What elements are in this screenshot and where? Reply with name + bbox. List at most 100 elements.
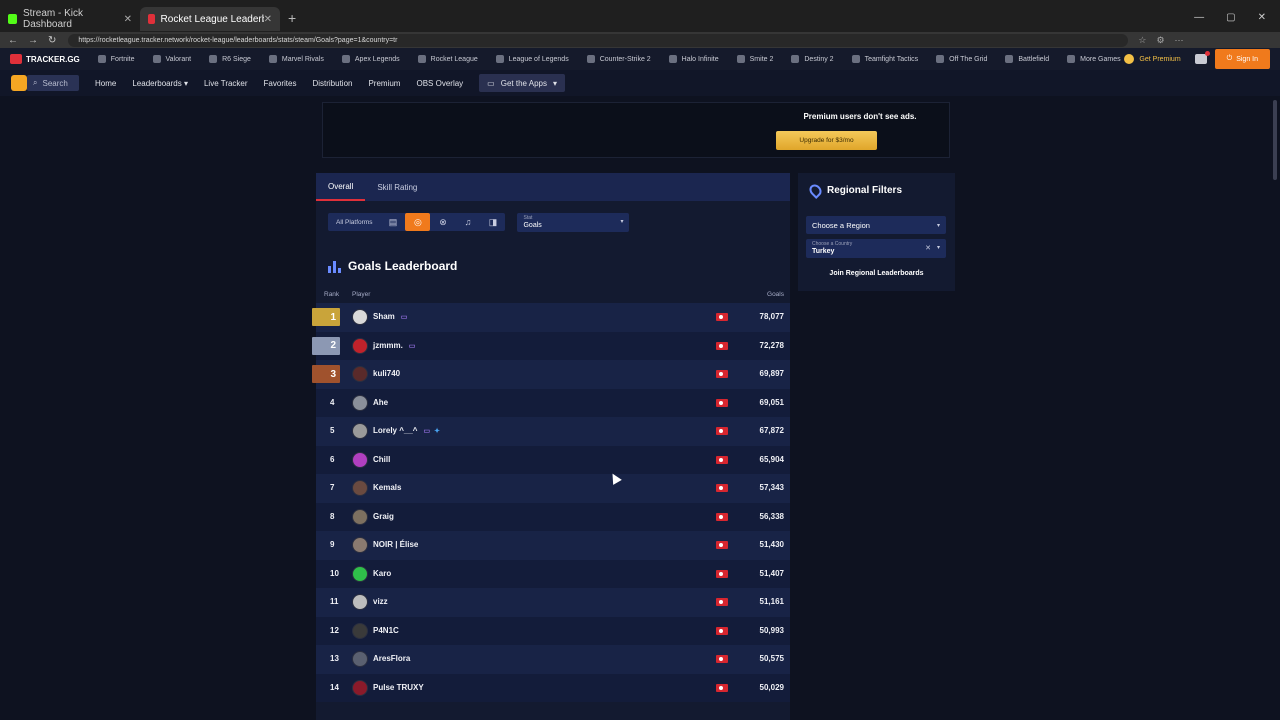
upgrade-button[interactable]: Upgrade for $3/mo (776, 131, 877, 150)
avatar[interactable] (352, 594, 368, 610)
avatar[interactable] (352, 309, 368, 325)
game-link[interactable]: Marvel Rivals (268, 55, 324, 63)
table-row[interactable]: 1 Sham ▭ 78,077 (312, 303, 790, 332)
xbox-icon[interactable]: ⊗ (430, 213, 455, 231)
maximize-icon[interactable]: ▢ (1226, 12, 1235, 23)
player-name[interactable]: AresFlora (373, 654, 410, 663)
table-row[interactable]: 3 kuli740 69,897 (312, 360, 790, 389)
avatar[interactable] (352, 651, 368, 667)
url-field[interactable]: https://rocketleague.tracker.network/roc… (68, 33, 1129, 47)
player-name[interactable]: Chill (373, 455, 390, 464)
new-tab-icon[interactable]: + (288, 10, 296, 26)
avatar[interactable] (352, 366, 368, 382)
extensions-icon[interactable]: ⚙ (1156, 35, 1164, 46)
game-link[interactable]: R6 Siege (209, 55, 251, 63)
player-name[interactable]: Lorely ^__^ ▭ ✦ (373, 426, 440, 435)
player-name[interactable]: Sham ▭ (373, 312, 407, 321)
game-link[interactable]: Counter-Strike 2 (586, 55, 651, 63)
steam-icon[interactable]: ◎ (405, 213, 431, 231)
platform-all[interactable]: All Platforms (328, 213, 380, 231)
twitter-icon[interactable]: ✦ (434, 427, 440, 435)
browser-tab-active[interactable]: Rocket League Leaderboard - Go... ✕ (140, 7, 280, 31)
twitch-icon[interactable]: ▭ (409, 342, 416, 350)
close-window-icon[interactable]: ✕ (1258, 12, 1266, 23)
reload-icon[interactable]: ↻ (48, 35, 56, 46)
epic-icon[interactable]: ▤ (380, 213, 405, 231)
sign-in-button[interactable]: ⏻ Sign In (1214, 49, 1270, 69)
player-name[interactable]: jzmmm. ▭ (373, 341, 415, 350)
nav-leaderboards[interactable]: Leaderboards ▾ (132, 79, 188, 88)
nav-premium[interactable]: Premium (368, 79, 400, 88)
game-link[interactable]: Halo Infinite (668, 55, 719, 63)
avatar[interactable] (352, 679, 368, 696)
rocket-league-badge-icon[interactable] (11, 75, 27, 91)
join-regional-link[interactable]: Join Regional Leaderboards (798, 270, 955, 277)
clear-icon[interactable]: ✕ (925, 244, 931, 252)
close-tab-icon[interactable]: ✕ (124, 14, 132, 25)
nav-live-tracker[interactable]: Live Tracker (204, 79, 248, 88)
game-link[interactable]: Destiny 2 (791, 55, 834, 63)
menu-icon[interactable]: ⋯ (1175, 35, 1184, 46)
table-row[interactable]: 12 P4N1C 50,993 (316, 616, 790, 645)
avatar[interactable] (352, 480, 368, 496)
country-select[interactable]: Choose a Country Turkey ✕ ▾ (806, 239, 946, 258)
avatar[interactable] (352, 565, 368, 582)
tab-skill-rating[interactable]: Skill Rating (365, 173, 429, 201)
game-link[interactable]: Teamfight Tactics (851, 55, 918, 63)
forward-icon[interactable]: → (28, 35, 38, 46)
get-premium-link[interactable]: Get Premium (1124, 54, 1181, 64)
nav-favorites[interactable]: Favorites (264, 79, 297, 88)
browser-tab[interactable]: Stream - Kick Dashboard ✕ (0, 7, 140, 31)
avatar[interactable] (352, 423, 368, 439)
player-name[interactable]: Graig (373, 512, 394, 521)
game-link[interactable]: Fortnite (97, 55, 135, 63)
avatar[interactable] (352, 451, 368, 468)
tracker-logo[interactable]: TRACKER.GG (10, 54, 80, 64)
nav-obs-overlay[interactable]: OBS Overlay (416, 79, 463, 88)
nav-distribution[interactable]: Distribution (312, 79, 352, 88)
player-name[interactable]: NOIR | Élise (373, 540, 418, 549)
get-apps-button[interactable]: ▭ Get the Apps ▾ (479, 74, 566, 92)
table-row[interactable]: 2 jzmmm. ▭ 72,278 (312, 331, 790, 360)
game-link[interactable]: Battlefield (1005, 55, 1049, 63)
avatar[interactable] (352, 337, 368, 354)
player-name[interactable]: P4N1C (373, 626, 399, 635)
gift-icon[interactable] (1194, 51, 1210, 64)
game-link[interactable]: Off The Grid (936, 55, 987, 63)
tab-overall[interactable]: Overall (316, 173, 366, 201)
player-name[interactable]: vizz (373, 597, 388, 606)
table-row[interactable]: 6 Chill 65,904 (316, 445, 790, 474)
twitch-icon[interactable]: ▭ (423, 427, 430, 435)
nav-home[interactable]: Home (95, 79, 116, 88)
player-name[interactable]: Pulse TRUXY (373, 683, 424, 692)
table-row[interactable]: 7 Kemals 57,343 (316, 474, 790, 503)
game-link[interactable]: Apex Legends (341, 55, 400, 63)
table-row[interactable]: 11 vizz 51,161 (316, 588, 790, 617)
table-row[interactable]: 5 Lorely ^__^ ▭ ✦ 67,872 (316, 417, 790, 446)
page-scrollbar[interactable] (1273, 100, 1277, 180)
switch-icon[interactable]: ◨ (480, 213, 505, 231)
table-row[interactable]: 9 NOIR | Élise 51,430 (316, 531, 790, 560)
avatar[interactable] (352, 537, 368, 553)
game-link[interactable]: League of Legends (495, 55, 569, 63)
player-name[interactable]: Karo (373, 569, 391, 578)
game-link[interactable]: Smite 2 (736, 55, 773, 63)
close-tab-icon[interactable]: ✕ (264, 14, 272, 25)
region-select[interactable]: Choose a Region ▾ (806, 216, 946, 234)
back-icon[interactable]: ← (8, 35, 18, 46)
minimize-icon[interactable]: — (1194, 12, 1204, 23)
table-row[interactable]: 14 Pulse TRUXY 50,029 (316, 673, 790, 702)
twitch-icon[interactable]: ▭ (401, 313, 408, 321)
table-row[interactable]: 4 Ahe 69,051 (316, 388, 790, 417)
playstation-icon[interactable]: ♫ (455, 213, 480, 231)
table-row[interactable]: 8 Graig 56,338 (316, 502, 790, 531)
game-link[interactable]: Rocket League (417, 55, 478, 63)
avatar[interactable] (352, 508, 368, 525)
player-name[interactable]: Ahe (373, 398, 388, 407)
table-row[interactable]: 13 AresFlora 50,575 (316, 645, 790, 674)
stat-select[interactable]: Stat Goals ▾ (517, 212, 630, 232)
game-link[interactable]: More Games (1067, 55, 1121, 63)
table-row[interactable]: 10 Karo 51,407 (316, 559, 790, 588)
star-icon[interactable]: ☆ (1138, 35, 1146, 46)
avatar[interactable] (352, 622, 368, 639)
